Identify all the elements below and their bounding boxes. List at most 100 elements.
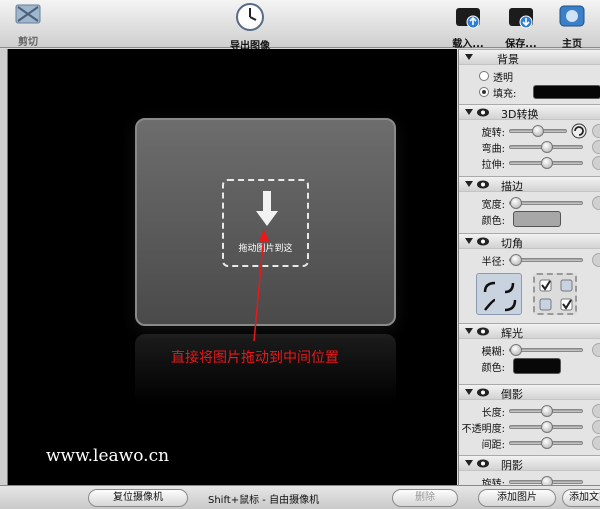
slider-knob[interactable]	[541, 405, 553, 417]
watermark: www.leawo.cn	[46, 446, 170, 466]
add-text-button[interactable]: 添加文字	[562, 489, 600, 507]
glow-section-header[interactable]: 辉光	[459, 323, 600, 340]
add-image-button[interactable]: 添加图片	[478, 489, 556, 507]
cut-icon	[15, 4, 41, 24]
reflection-opacity-row: 不透明度:	[459, 420, 600, 435]
stroke-width-slider[interactable]	[509, 197, 583, 209]
slider-knob[interactable]	[510, 197, 522, 209]
eye-icon[interactable]	[477, 459, 489, 468]
rotate-slider[interactable]	[509, 125, 567, 137]
home-button[interactable]: 主页	[552, 2, 592, 50]
slider-knob[interactable]	[541, 476, 553, 485]
background-section-header[interactable]: 背景	[459, 49, 600, 66]
fill-option[interactable]: 填充:	[459, 85, 600, 100]
collapse-icon[interactable]	[465, 54, 473, 60]
glow-blur-row: 模糊:	[459, 343, 600, 358]
collapse-icon[interactable]	[465, 328, 473, 334]
stroke-section-header[interactable]: 描边	[459, 176, 600, 193]
reset-button[interactable]	[592, 420, 600, 434]
home-label: 主页	[562, 39, 582, 50]
glow-color-swatch[interactable]	[513, 358, 561, 374]
rotate-row: 旋转:	[459, 123, 600, 139]
collapse-icon[interactable]	[465, 109, 473, 115]
glow-color-row: 颜色:	[459, 358, 600, 374]
shadow-rotate-label: 旋转:	[481, 479, 505, 485]
glow-blur-slider[interactable]	[509, 344, 583, 356]
corner-checkbox-grid[interactable]	[533, 273, 577, 315]
reflection-length-label: 长度:	[481, 408, 505, 419]
reset-button[interactable]	[592, 404, 600, 418]
reset-button[interactable]	[592, 156, 600, 170]
slider-knob[interactable]	[541, 421, 553, 433]
glow-blur-label: 模糊:	[481, 347, 505, 358]
transparent-radio[interactable]	[479, 71, 489, 81]
collapse-icon[interactable]	[465, 238, 473, 244]
save-button[interactable]: 保存...	[500, 2, 542, 50]
reflection-section-header[interactable]: 倒影	[459, 384, 600, 401]
slider-knob[interactable]	[541, 157, 553, 169]
corner-radius-slider[interactable]	[509, 254, 583, 266]
transparent-option[interactable]: 透明	[459, 69, 600, 84]
reflection-length-slider[interactable]	[509, 405, 583, 417]
transform3d-section-header[interactable]: 3D转换	[459, 104, 600, 121]
eye-icon[interactable]	[477, 108, 489, 117]
corner-section-header[interactable]: 切角	[459, 233, 600, 250]
stroke-color-swatch[interactable]	[513, 211, 561, 227]
slider-knob[interactable]	[532, 125, 544, 137]
reset-button[interactable]	[592, 124, 600, 138]
eye-icon[interactable]	[477, 388, 489, 397]
bend-label: 弯曲:	[481, 144, 505, 155]
camera-hint: Shift+鼠标 - 自由摄像机	[208, 495, 320, 506]
stretch-slider[interactable]	[509, 157, 583, 169]
reflection-opacity-slider[interactable]	[509, 421, 583, 433]
bend-slider[interactable]	[509, 141, 583, 153]
fill-color-swatch[interactable]	[533, 85, 600, 99]
eye-icon[interactable]	[477, 237, 489, 246]
reset-button[interactable]	[592, 436, 600, 450]
cut-button[interactable]: 剪切	[6, 2, 50, 48]
load-button[interactable]: 载入...	[448, 2, 488, 50]
stretch-row: 拉伸:	[459, 156, 600, 171]
background-title: 背景	[497, 53, 519, 66]
clock-icon	[236, 3, 264, 31]
stroke-title: 描边	[501, 180, 523, 193]
fill-label: 填充:	[493, 89, 517, 100]
slider-knob[interactable]	[541, 437, 553, 449]
slider-knob[interactable]	[510, 344, 522, 356]
collapse-icon[interactable]	[465, 181, 473, 187]
reflection-length-row: 长度:	[459, 404, 600, 419]
shadow-rotate-slider[interactable]	[509, 476, 583, 485]
reset-button[interactable]	[592, 343, 600, 357]
canvas-left-edge	[0, 49, 8, 485]
reset-button[interactable]	[592, 253, 600, 267]
top-toolbar: 剪切 导出图像 载入... 保存... 主页	[0, 0, 600, 52]
annotation-text: 直接将图片拖动到中间位置	[171, 350, 339, 366]
delete-button[interactable]: 删除	[392, 489, 458, 507]
reflection-title: 倒影	[501, 388, 523, 401]
reflection-opacity-label: 不透明度:	[461, 424, 505, 435]
reflection-spacing-slider[interactable]	[509, 437, 583, 449]
slider-knob[interactable]	[541, 141, 553, 153]
slider-knob[interactable]	[510, 254, 522, 266]
eye-icon[interactable]	[477, 327, 489, 336]
corner-checkboxes[interactable]	[535, 275, 579, 317]
reset-button[interactable]	[592, 140, 600, 154]
reset-camera-button[interactable]: 复位摄像机	[88, 489, 188, 507]
transform3d-title: 3D转换	[501, 108, 539, 121]
reset-button[interactable]	[592, 196, 600, 210]
collapse-icon[interactable]	[465, 389, 473, 395]
preview-canvas[interactable]: 拖动图片到这 直接将图片拖动到中间位置 www.leawo.cn	[8, 49, 457, 485]
corner-title: 切角	[501, 237, 523, 250]
corner-style-grid[interactable]	[476, 273, 522, 315]
glow-color-label: 颜色:	[481, 363, 505, 374]
eye-icon[interactable]	[477, 180, 489, 189]
bottom-bar: 复位摄像机 Shift+鼠标 - 自由摄像机 删除 添加图片 添加文字	[0, 485, 600, 509]
collapse-icon[interactable]	[465, 460, 473, 466]
corner-style-icons[interactable]	[477, 274, 523, 316]
transparent-label: 透明	[493, 73, 513, 84]
cut-label: 剪切	[18, 37, 38, 48]
rotate-icon[interactable]	[571, 123, 587, 139]
fill-radio[interactable]	[479, 87, 489, 97]
shadow-section-header[interactable]: 阴影	[459, 455, 600, 472]
export-image-button[interactable]: 导出图像	[220, 2, 280, 52]
